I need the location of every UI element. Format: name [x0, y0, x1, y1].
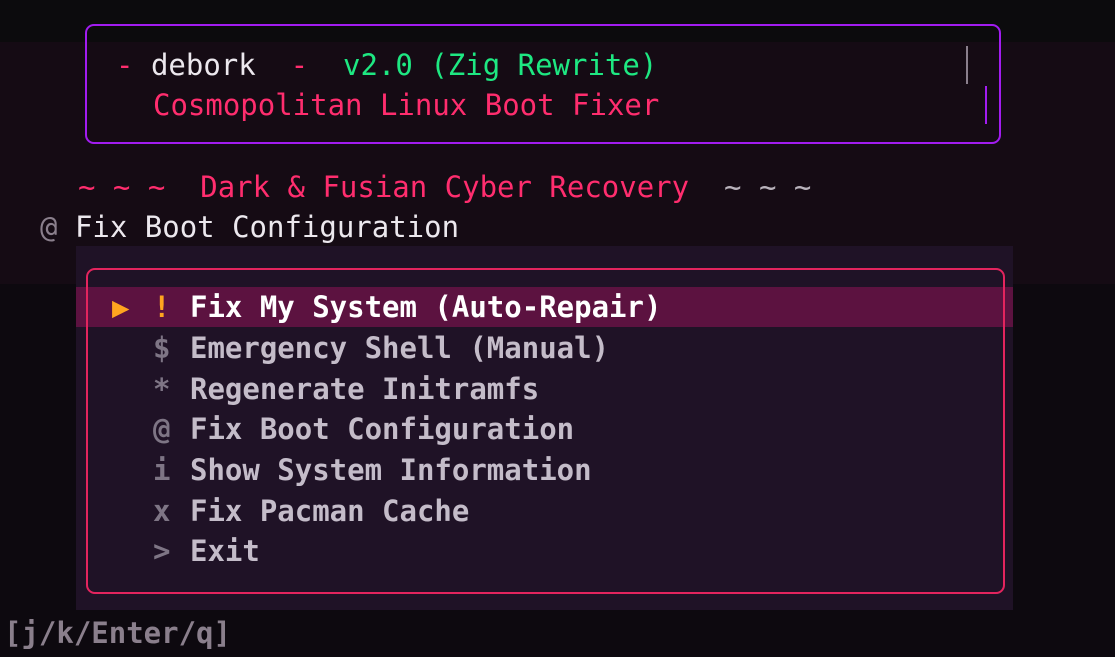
header-box [85, 24, 1001, 144]
menu-item-symbol: @ [153, 412, 171, 446]
current-selection: @ Fix Boot Configuration [40, 208, 459, 246]
menu-item-emergency-shell[interactable]: $ Emergency Shell (Manual) [112, 328, 609, 368]
menu-item-label: Fix My System (Auto-Repair) [190, 290, 662, 324]
menu-item-label: Fix Boot Configuration [190, 412, 575, 446]
menu-item-label: Show System Information [190, 453, 592, 487]
menu-item-label: Regenerate Initramfs [190, 372, 540, 406]
header-dash-left: - [116, 48, 134, 82]
menu-item-label: Exit [190, 534, 260, 568]
header-divider-tick [966, 46, 968, 84]
menu-item-fix-my-system[interactable]: ▶! Fix My System (Auto-Repair) [112, 287, 661, 327]
header-dash-right: - [290, 48, 309, 82]
selection-pointer-icon: ▶ [112, 290, 130, 324]
tagline-tilde-left: ~ ~ ~ [78, 170, 166, 204]
header-title-line: - debork - v2.0 (Zig Rewrite) [116, 46, 657, 84]
menu-item-symbol: ! [153, 290, 171, 324]
menu-item-symbol: $ [153, 331, 171, 365]
menu-item-exit[interactable]: > Exit [112, 531, 260, 571]
tagline-tilde-right: ~ ~ ~ [724, 170, 812, 204]
menu-item-symbol: > [153, 534, 171, 568]
menu-item-fix-boot-configuration[interactable]: @ Fix Boot Configuration [112, 409, 574, 449]
menu-item-regenerate-initramfs[interactable]: * Regenerate Initramfs [112, 369, 539, 409]
menu-item-show-system-information[interactable]: i Show System Information [112, 450, 592, 490]
menu-item-symbol: x [153, 494, 171, 528]
menu-item-label: Emergency Shell (Manual) [190, 331, 610, 365]
app-subtitle: Cosmopolitan Linux Boot Fixer [153, 88, 660, 122]
menu-item-symbol: * [153, 372, 171, 406]
current-selection-label: Fix Boot Configuration [74, 210, 460, 244]
menu-item-symbol: i [153, 453, 171, 487]
current-selection-symbol: @ [40, 210, 58, 244]
key-hints: [j/k/Enter/q] [4, 616, 231, 650]
menu-item-fix-pacman-cache[interactable]: x Fix Pacman Cache [112, 491, 469, 531]
app-version: v2.0 (Zig Rewrite) [343, 48, 658, 82]
header-divider-tick-2 [985, 86, 987, 124]
menu-item-label: Fix Pacman Cache [190, 494, 470, 528]
tagline-text: Dark & Fusian Cyber Recovery [200, 170, 690, 204]
tagline: ~ ~ ~ Dark & Fusian Cyber Recovery ~ ~ ~ [78, 168, 811, 206]
app-name: debork [150, 48, 256, 82]
